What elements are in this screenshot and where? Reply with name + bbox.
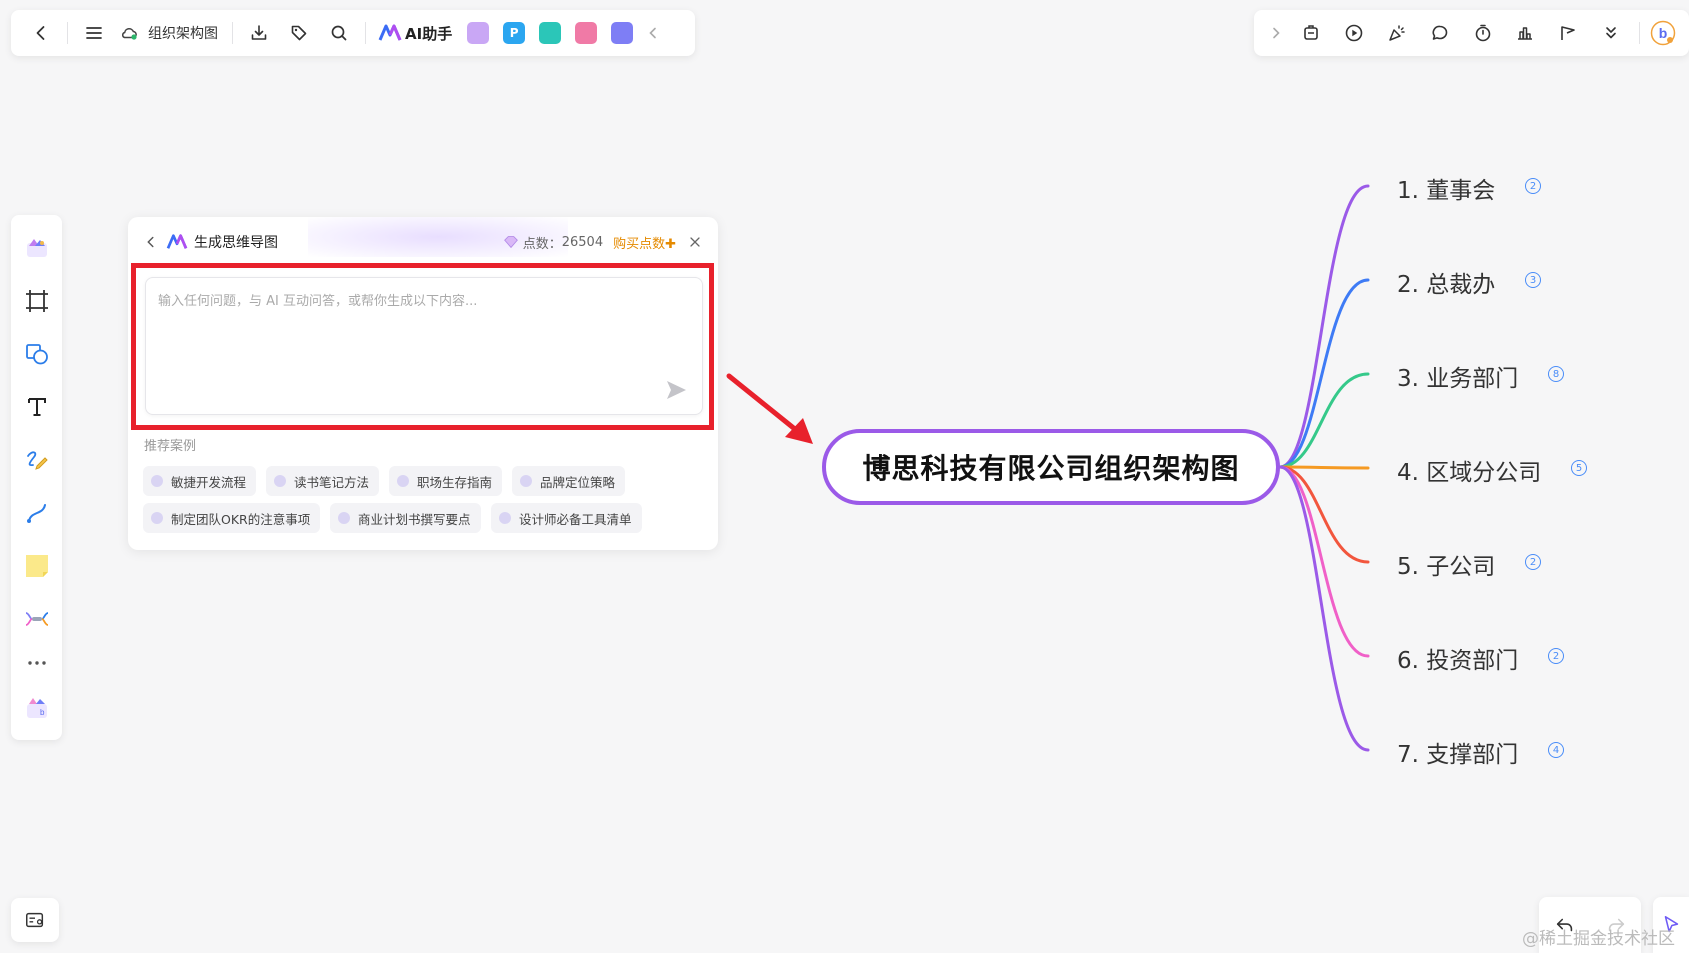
collapsed-count-badge[interactable]: 4 bbox=[1548, 742, 1564, 758]
mindmap-branch-topic[interactable]: 5. 子公司 bbox=[1397, 547, 1495, 581]
minimap-button[interactable] bbox=[11, 898, 59, 942]
branch-connector bbox=[1278, 465, 1370, 752]
mindmap-branch-topic[interactable]: 7. 支撑部门 bbox=[1397, 735, 1518, 769]
collapsed-count-badge[interactable]: 2 bbox=[1525, 178, 1541, 194]
map-icon bbox=[26, 912, 44, 928]
mindmap-branch-topic[interactable]: 3. 业务部门 bbox=[1397, 359, 1518, 393]
watermark: @稀土掘金技术社区 bbox=[1522, 929, 1675, 949]
collapsed-count-badge[interactable]: 2 bbox=[1548, 648, 1564, 664]
branch-connector bbox=[1278, 184, 1370, 469]
branch-connector bbox=[1278, 465, 1370, 470]
collapsed-count-badge[interactable]: 5 bbox=[1571, 460, 1587, 476]
mindmap-branch-topic[interactable]: 2. 总裁办 bbox=[1397, 265, 1495, 299]
mindmap-branch-topic[interactable]: 6. 投资部门 bbox=[1397, 641, 1518, 675]
mindmap-branch-topic[interactable]: 4. 区域分公司 bbox=[1397, 453, 1541, 487]
collapsed-count-badge[interactable]: 8 bbox=[1548, 366, 1564, 382]
mindmap-central-topic[interactable]: 博思科技有限公司组织架构图 bbox=[822, 429, 1280, 505]
collapsed-count-badge[interactable]: 2 bbox=[1525, 554, 1541, 570]
collapsed-count-badge[interactable]: 3 bbox=[1525, 272, 1541, 288]
mindmap-branch-topic[interactable]: 1. 董事会 bbox=[1397, 171, 1495, 205]
